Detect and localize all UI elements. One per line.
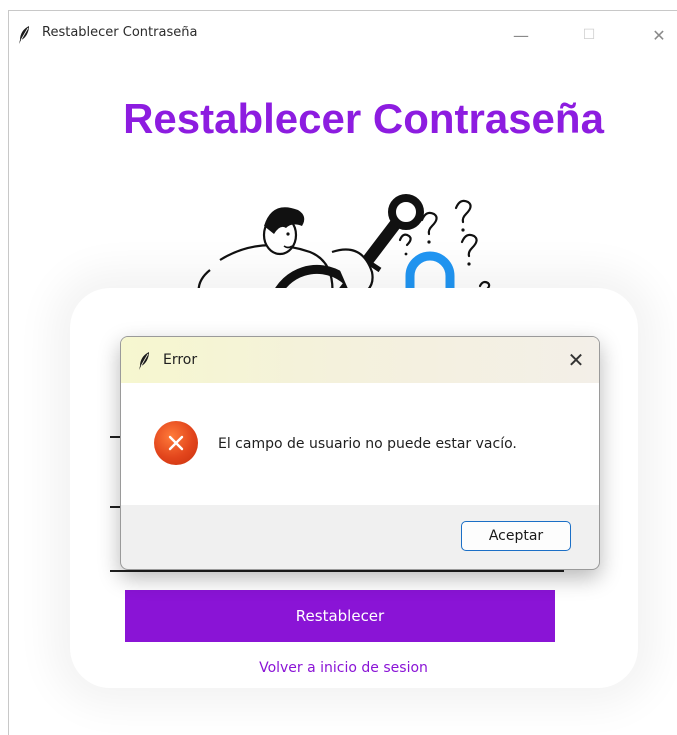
dialog-title: Error bbox=[163, 352, 198, 368]
maximize-button[interactable]: ☐ bbox=[569, 21, 609, 49]
close-icon: ✕ bbox=[567, 348, 585, 372]
close-button[interactable]: ✕ bbox=[639, 21, 677, 49]
feather-icon bbox=[139, 352, 149, 370]
minimize-button[interactable]: — bbox=[501, 21, 541, 49]
dialog-body: El campo de usuario no puede estar vacío… bbox=[121, 383, 599, 505]
title-bar: Restablecer Contraseña — ☐ ✕ bbox=[9, 11, 677, 59]
error-message: El campo de usuario no puede estar vacío… bbox=[218, 436, 517, 452]
feather-icon bbox=[19, 26, 29, 44]
minimize-icon: — bbox=[513, 25, 529, 45]
maximize-icon: ☐ bbox=[582, 27, 596, 43]
ok-button[interactable]: Aceptar bbox=[461, 521, 571, 551]
error-dialog: Error ✕ El campo de usuario no puede est… bbox=[120, 336, 600, 570]
dialog-title-bar: Error ✕ bbox=[121, 337, 599, 383]
back-to-login-link[interactable]: Volver a inicio de sesion bbox=[0, 660, 677, 676]
page-title: Restablecer Contraseña bbox=[123, 95, 604, 142]
reset-button[interactable]: Restablecer bbox=[125, 590, 555, 642]
error-x-icon bbox=[154, 421, 198, 465]
dialog-close-button[interactable]: ✕ bbox=[561, 345, 591, 375]
close-icon: ✕ bbox=[652, 25, 666, 45]
window-title: Restablecer Contraseña bbox=[42, 25, 198, 40]
password-field-underline bbox=[110, 570, 564, 572]
